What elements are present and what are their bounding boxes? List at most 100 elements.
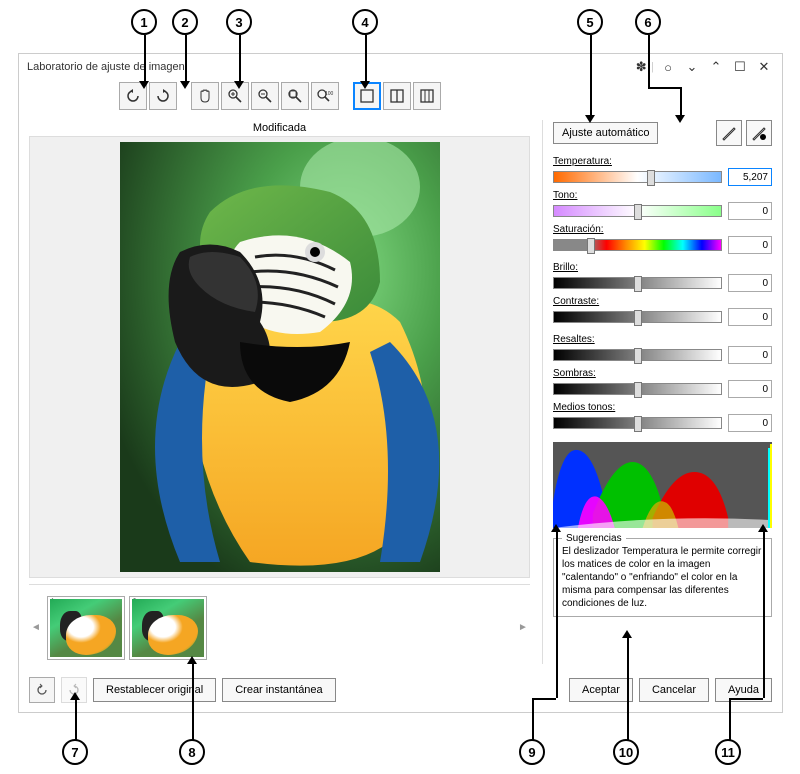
zoom-fit-button[interactable]	[281, 82, 309, 110]
slider-input-medios[interactable]	[728, 414, 772, 432]
arrowhead	[675, 115, 685, 123]
slider-input-contraste[interactable]	[728, 308, 772, 326]
create-snapshot-button[interactable]: Crear instantánea	[222, 678, 335, 702]
slider-handle-temperatura[interactable]	[647, 170, 655, 186]
white-point-picker-button[interactable]	[716, 120, 742, 146]
slider-label-saturacion: Saturación:	[553, 224, 772, 235]
slider-track-contraste[interactable]	[553, 311, 722, 323]
slider-resaltes: Resaltes:	[553, 334, 772, 364]
hints-title: Sugerencias	[562, 532, 626, 545]
arrow	[680, 87, 682, 117]
arrowhead	[551, 524, 561, 532]
ok-button[interactable]: Aceptar	[569, 678, 633, 702]
cancel-button[interactable]: Cancelar	[639, 678, 709, 702]
preview-image	[120, 142, 440, 572]
slider-label-tono: Tono:	[553, 190, 772, 201]
callout-9: 9	[519, 739, 545, 765]
pan-button[interactable]	[191, 82, 219, 110]
arrow	[365, 35, 367, 83]
arrowhead	[758, 524, 768, 532]
view-split-v-button[interactable]	[383, 82, 411, 110]
zoom-out-button[interactable]	[251, 82, 279, 110]
slider-tono: Tono:	[553, 190, 772, 220]
slider-handle-tono[interactable]	[634, 204, 642, 220]
slider-input-temperatura[interactable]	[728, 168, 772, 186]
thumb-image	[50, 599, 122, 657]
snapshot-thumb[interactable]: 1×	[47, 596, 125, 660]
arrow	[763, 530, 765, 698]
slider-label-resaltes: Resaltes:	[553, 334, 772, 345]
bottom-bar: Restablecer original Crear instantánea A…	[19, 672, 782, 708]
slider-label-brillo: Brillo:	[553, 262, 772, 273]
reset-original-button[interactable]: Restablecer original	[93, 678, 216, 702]
slider-label-temperatura: Temperatura:	[553, 156, 772, 167]
black-point-picker-button[interactable]	[746, 120, 772, 146]
slider-handle-brillo[interactable]	[634, 276, 642, 292]
arrowhead	[187, 656, 197, 664]
preview-area[interactable]	[29, 136, 530, 578]
rotate-right-button[interactable]	[149, 82, 177, 110]
hints-panel: Sugerencias El deslizador Temperatura le…	[553, 538, 772, 617]
slider-input-resaltes[interactable]	[728, 346, 772, 364]
slider-input-brillo[interactable]	[728, 274, 772, 292]
arrow	[185, 35, 187, 83]
arrow	[239, 35, 241, 83]
histogram	[553, 442, 772, 528]
arrow	[729, 698, 763, 700]
hints-text: El deslizador Temperatura le permite cor…	[562, 546, 761, 609]
arrow	[556, 530, 558, 698]
window-maximize-icon[interactable]: ☐	[730, 58, 750, 76]
svg-text:100: 100	[325, 91, 334, 97]
arrow	[532, 698, 556, 700]
window-title: Laboratorio de ajuste de imagen	[27, 61, 627, 73]
slider-label-sombras: Sombras:	[553, 368, 772, 379]
slider-brillo: Brillo:	[553, 262, 772, 292]
window-collapse-icon[interactable]: ⌄	[682, 58, 702, 76]
toolbar: 100	[19, 80, 782, 112]
slider-track-resaltes[interactable]	[553, 349, 722, 361]
snapshot-strip: ◄ 1×2× ►	[29, 584, 530, 664]
slider-handle-medios[interactable]	[634, 416, 642, 432]
slider-track-temperatura[interactable]	[553, 171, 722, 183]
slider-temperatura: Temperatura:	[553, 156, 772, 186]
dialog-window: Laboratorio de ajuste de imagen ✽ | ○ ⌄ …	[18, 53, 783, 713]
arrowhead	[360, 81, 370, 89]
thumb-prev-button[interactable]: ◄	[29, 596, 43, 660]
slider-track-saturacion[interactable]	[553, 239, 722, 251]
arrowhead	[585, 115, 595, 123]
arrow	[144, 35, 146, 83]
slider-handle-saturacion[interactable]	[587, 238, 595, 254]
zoom-100-button[interactable]: 100	[311, 82, 339, 110]
slider-handle-contraste[interactable]	[634, 310, 642, 326]
controls-panel: Ajuste automático Temperatura: Tono: Satur…	[542, 120, 772, 664]
callout-5: 5	[577, 9, 603, 35]
arrow	[192, 662, 194, 740]
undo-button[interactable]	[29, 677, 55, 703]
slider-track-tono[interactable]	[553, 205, 722, 217]
thumb-next-button[interactable]: ►	[516, 596, 530, 660]
slider-track-medios[interactable]	[553, 417, 722, 429]
auto-adjust-button[interactable]: Ajuste automático	[553, 122, 658, 144]
slider-input-sombras[interactable]	[728, 380, 772, 398]
window-expand-icon[interactable]: ⌃	[706, 58, 726, 76]
window-circle-icon[interactable]: ○	[658, 58, 678, 76]
slider-input-tono[interactable]	[728, 202, 772, 220]
titlebar: Laboratorio de ajuste de imagen ✽ | ○ ⌄ …	[19, 54, 782, 80]
arrow	[75, 698, 77, 740]
window-close-icon[interactable]: ✕	[754, 58, 774, 76]
slider-handle-resaltes[interactable]	[634, 348, 642, 364]
callout-11: 11	[715, 739, 741, 765]
callout-4: 4	[352, 9, 378, 35]
slider-track-brillo[interactable]	[553, 277, 722, 289]
slider-handle-sombras[interactable]	[634, 382, 642, 398]
arrowhead	[622, 630, 632, 638]
snapshot-thumb[interactable]: 2×	[129, 596, 207, 660]
view-split-h-button[interactable]	[413, 82, 441, 110]
slider-input-saturacion[interactable]	[728, 236, 772, 254]
arrow	[648, 87, 680, 89]
callout-3: 3	[226, 9, 252, 35]
arrowhead	[139, 81, 149, 89]
callout-7: 7	[62, 739, 88, 765]
arrowhead	[180, 81, 190, 89]
slider-track-sombras[interactable]	[553, 383, 722, 395]
